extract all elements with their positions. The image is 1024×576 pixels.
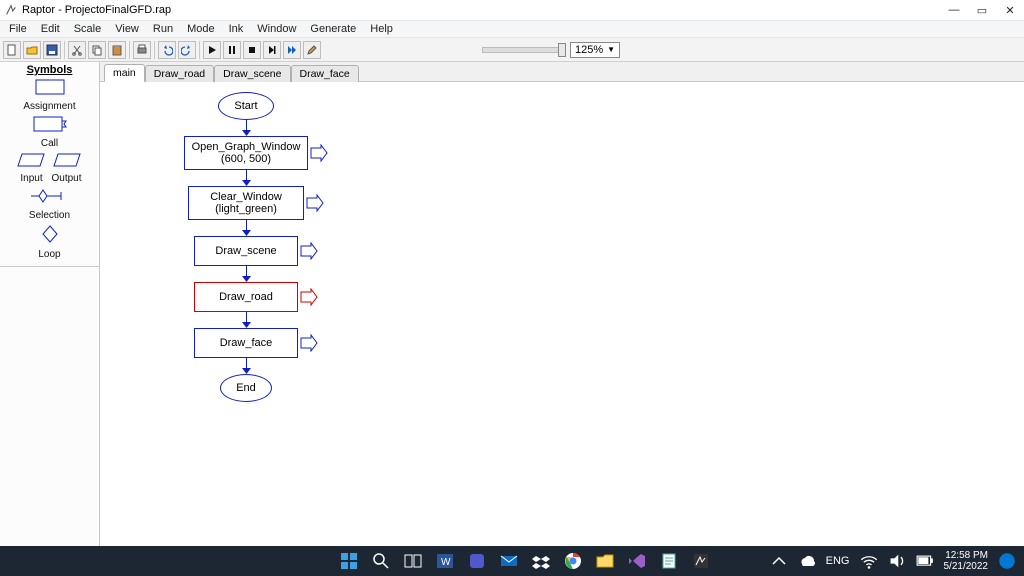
maximize-button[interactable]: ▭ xyxy=(968,0,996,20)
title-bar: Raptor - ProjectoFinalGFD.rap — ▭ ✕ xyxy=(0,0,1024,20)
app-icon xyxy=(4,3,18,17)
window-title: Raptor - ProjectoFinalGFD.rap xyxy=(22,4,171,16)
new-button[interactable] xyxy=(3,41,21,59)
menu-edit[interactable]: Edit xyxy=(34,21,67,37)
battery-icon[interactable] xyxy=(916,552,934,570)
onedrive-icon[interactable] xyxy=(798,552,816,570)
menu-scale[interactable]: Scale xyxy=(67,21,109,37)
node-end[interactable]: End xyxy=(220,374,272,402)
minimize-button[interactable]: — xyxy=(940,0,968,20)
mail-icon[interactable] xyxy=(500,552,518,570)
tab-draw-face[interactable]: Draw_face xyxy=(291,65,359,82)
close-button[interactable]: ✕ xyxy=(996,0,1024,20)
clock[interactable]: 12:58 PM 5/21/2022 xyxy=(944,550,989,572)
open-button[interactable] xyxy=(23,41,41,59)
node-open-graph-window[interactable]: Open_Graph_Window (600, 500) xyxy=(184,136,308,170)
zoom-value: 125% xyxy=(575,44,603,56)
symbol-call[interactable]: Call xyxy=(0,116,99,149)
taskbar-right: ENG 12:58 PM 5/21/2022 xyxy=(770,550,1024,572)
notepad-icon[interactable] xyxy=(660,552,678,570)
symbols-panel: Symbols Assignment Call Input Output Sel… xyxy=(0,62,100,546)
volume-icon[interactable] xyxy=(888,552,906,570)
menu-bar: File Edit Scale View Run Mode Ink Window… xyxy=(0,20,1024,38)
menu-generate[interactable]: Generate xyxy=(303,21,363,37)
node-draw-scene[interactable]: Draw_scene xyxy=(194,236,298,266)
menu-help[interactable]: Help xyxy=(363,21,400,37)
print-button[interactable] xyxy=(133,41,151,59)
canvas-area: main Draw_road Draw_scene Draw_face Star… xyxy=(100,62,1024,546)
tab-draw-road[interactable]: Draw_road xyxy=(145,65,214,82)
stop-button[interactable] xyxy=(243,41,261,59)
undo-button[interactable] xyxy=(158,41,176,59)
search-icon[interactable] xyxy=(372,552,390,570)
save-button[interactable] xyxy=(43,41,61,59)
raptor-icon[interactable] xyxy=(692,552,710,570)
node-clear-window[interactable]: Clear_Window (light_green) xyxy=(188,186,304,220)
slider-thumb[interactable] xyxy=(558,43,566,57)
menu-mode[interactable]: Mode xyxy=(180,21,222,37)
pen-button[interactable] xyxy=(303,41,321,59)
symbol-output[interactable]: Output xyxy=(51,153,81,184)
symbols-heading: Symbols xyxy=(0,64,99,76)
redo-button[interactable] xyxy=(178,41,196,59)
cut-button[interactable] xyxy=(68,41,86,59)
symbol-assignment[interactable]: Assignment xyxy=(0,79,99,112)
word-icon[interactable]: W xyxy=(436,552,454,570)
taskbar: W ENG 12:58 PM 5/21/2022 xyxy=(0,546,1024,576)
paste-button[interactable] xyxy=(108,41,126,59)
subroutine-arrow-icon xyxy=(310,144,328,162)
dropbox-icon[interactable] xyxy=(532,552,550,570)
node-start[interactable]: Start xyxy=(218,92,274,120)
svg-text:W: W xyxy=(441,557,451,568)
sidebar-status xyxy=(0,266,99,280)
explorer-icon[interactable] xyxy=(596,552,614,570)
menu-view[interactable]: View xyxy=(108,21,146,37)
menu-window[interactable]: Window xyxy=(250,21,303,37)
step-over-button[interactable] xyxy=(283,41,301,59)
subroutine-arrow-icon xyxy=(300,242,318,260)
subroutine-arrow-icon xyxy=(306,194,324,212)
task-view-icon[interactable] xyxy=(404,552,422,570)
start-icon[interactable] xyxy=(340,552,358,570)
pause-button[interactable] xyxy=(223,41,241,59)
copy-button[interactable] xyxy=(88,41,106,59)
teams-icon[interactable] xyxy=(468,552,486,570)
symbol-loop[interactable]: Loop xyxy=(0,225,99,260)
zoom-select[interactable]: 125% ▼ xyxy=(570,42,620,58)
node-draw-road[interactable]: Draw_road xyxy=(194,282,298,312)
wifi-icon[interactable] xyxy=(860,552,878,570)
speed-slider[interactable] xyxy=(482,47,562,53)
chrome-icon[interactable] xyxy=(564,552,582,570)
flowchart-canvas[interactable]: Start Open_Graph_Window (600, 500) Clear… xyxy=(100,82,1024,546)
subroutine-arrow-icon xyxy=(300,288,318,306)
play-button[interactable] xyxy=(203,41,221,59)
symbol-input[interactable]: Input xyxy=(17,153,45,184)
chevron-up-icon[interactable] xyxy=(770,552,788,570)
menu-run[interactable]: Run xyxy=(146,21,180,37)
visual-studio-icon[interactable] xyxy=(628,552,646,570)
workspace: Symbols Assignment Call Input Output Sel… xyxy=(0,62,1024,546)
toolbar: 125% ▼ xyxy=(0,38,1024,62)
step-end-button[interactable] xyxy=(263,41,281,59)
tab-draw-scene[interactable]: Draw_scene xyxy=(214,65,290,82)
symbol-selection[interactable]: Selection xyxy=(0,188,99,221)
menu-file[interactable]: File xyxy=(2,21,34,37)
subroutine-arrow-icon xyxy=(300,334,318,352)
chevron-down-icon: ▼ xyxy=(607,45,615,54)
tab-main[interactable]: main xyxy=(104,64,145,82)
node-draw-face[interactable]: Draw_face xyxy=(194,328,298,358)
notifications-icon[interactable] xyxy=(998,552,1016,570)
taskbar-left: W xyxy=(0,552,770,570)
menu-ink[interactable]: Ink xyxy=(222,21,251,37)
tab-bar: main Draw_road Draw_scene Draw_face xyxy=(100,62,1024,82)
language-indicator[interactable]: ENG xyxy=(826,555,850,567)
